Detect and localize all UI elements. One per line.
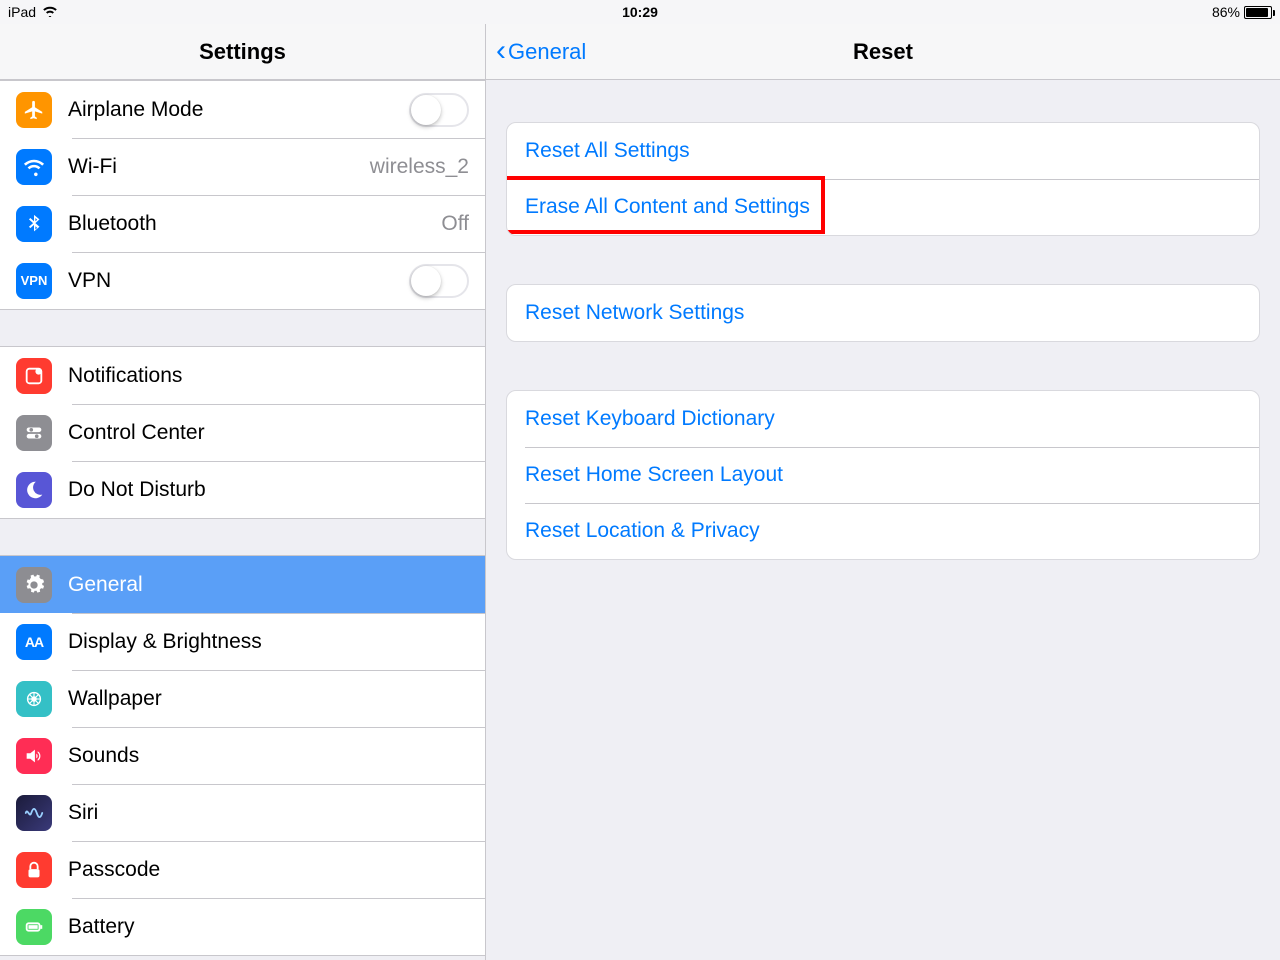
vpn-toggle[interactable] (409, 264, 469, 298)
sidebar-item-battery[interactable]: Battery (0, 898, 485, 955)
settings-group-alerts: Notifications Control Center Do Not Dist… (0, 346, 485, 519)
lock-icon (16, 852, 52, 888)
sidebar-item-dnd[interactable]: Do Not Disturb (0, 461, 485, 518)
sidebar-item-bluetooth[interactable]: Bluetooth Off (0, 195, 485, 252)
reset-group-1: Reset All Settings Erase All Content and… (506, 122, 1260, 236)
sidebar-item-label: Do Not Disturb (68, 478, 469, 502)
reset-keyboard-dictionary[interactable]: Reset Keyboard Dictionary (507, 391, 1259, 447)
reset-location-privacy[interactable]: Reset Location & Privacy (507, 503, 1259, 559)
speaker-icon (16, 738, 52, 774)
reset-group-2: Reset Network Settings (506, 284, 1260, 342)
battery-setting-icon (16, 909, 52, 945)
status-bar: iPad 10:29 86% (0, 0, 1280, 24)
detail-title: Reset (853, 39, 913, 65)
sidebar-item-label: Wallpaper (68, 687, 469, 711)
sidebar-item-display[interactable]: AA Display & Brightness (0, 613, 485, 670)
moon-icon (16, 472, 52, 508)
action-label: Reset Location & Privacy (525, 519, 760, 543)
gear-icon (16, 567, 52, 603)
reset-all-settings[interactable]: Reset All Settings (507, 123, 1259, 179)
sidebar-item-airplane[interactable]: Airplane Mode (0, 81, 485, 138)
device-name: iPad (8, 4, 36, 20)
battery-percent: 86% (1212, 4, 1240, 20)
siri-icon (16, 795, 52, 831)
vpn-icon: VPN (16, 263, 52, 299)
sidebar-item-control-center[interactable]: Control Center (0, 404, 485, 461)
action-label: Reset Home Screen Layout (525, 463, 783, 487)
bluetooth-icon (16, 206, 52, 242)
action-label: Reset All Settings (525, 139, 690, 163)
wifi-value: wireless_2 (370, 155, 469, 179)
sidebar-item-label: Passcode (68, 858, 469, 882)
notifications-icon (16, 358, 52, 394)
sidebar-item-label: Bluetooth (68, 212, 441, 236)
back-button[interactable]: ‹ General (496, 38, 586, 66)
sidebar-item-label: Airplane Mode (68, 98, 409, 122)
clock: 10:29 (622, 4, 658, 20)
sidebar-item-label: Battery (68, 915, 469, 939)
sidebar-item-label: VPN (68, 269, 409, 293)
sidebar-item-siri[interactable]: Siri (0, 784, 485, 841)
action-label: Reset Network Settings (525, 301, 744, 325)
airplane-icon (16, 92, 52, 128)
chevron-left-icon: ‹ (496, 36, 506, 66)
back-label: General (508, 39, 586, 65)
sidebar-item-sounds[interactable]: Sounds (0, 727, 485, 784)
settings-header: Settings (0, 24, 485, 80)
wifi-settings-icon (16, 149, 52, 185)
control-center-icon (16, 415, 52, 451)
reset-network-settings[interactable]: Reset Network Settings (507, 285, 1259, 341)
sidebar-item-label: Notifications (68, 364, 469, 388)
settings-master-pane: Settings Airplane Mode Wi-Fi wireless_2 … (0, 24, 486, 960)
sidebar-item-label: Sounds (68, 744, 469, 768)
wifi-icon (42, 5, 58, 20)
reset-group-3: Reset Keyboard Dictionary Reset Home Scr… (506, 390, 1260, 560)
detail-pane: ‹ General Reset Reset All Settings Erase… (486, 24, 1280, 960)
sidebar-item-wallpaper[interactable]: Wallpaper (0, 670, 485, 727)
sidebar-item-passcode[interactable]: Passcode (0, 841, 485, 898)
bluetooth-value: Off (441, 212, 469, 236)
sidebar-item-label: Siri (68, 801, 469, 825)
sidebar-item-label: Control Center (68, 421, 469, 445)
airplane-toggle[interactable] (409, 93, 469, 127)
wallpaper-icon (16, 681, 52, 717)
battery-icon (1244, 6, 1272, 19)
sidebar-item-label: General (68, 573, 469, 597)
reset-home-screen-layout[interactable]: Reset Home Screen Layout (507, 447, 1259, 503)
detail-header: ‹ General Reset (486, 24, 1280, 80)
action-label: Erase All Content and Settings (525, 195, 810, 219)
sidebar-item-vpn[interactable]: VPN VPN (0, 252, 485, 309)
action-label: Reset Keyboard Dictionary (525, 407, 775, 431)
text-size-icon: AA (16, 624, 52, 660)
sidebar-item-label: Wi-Fi (68, 155, 370, 179)
sidebar-item-notifications[interactable]: Notifications (0, 347, 485, 404)
sidebar-item-general[interactable]: General (0, 556, 485, 613)
sidebar-item-wifi[interactable]: Wi-Fi wireless_2 (0, 138, 485, 195)
settings-group-device: General AA Display & Brightness Wallpape… (0, 555, 485, 956)
settings-title: Settings (199, 39, 286, 65)
sidebar-item-label: Display & Brightness (68, 630, 469, 654)
settings-group-connectivity: Airplane Mode Wi-Fi wireless_2 Bluetooth… (0, 80, 485, 310)
erase-all-content[interactable]: Erase All Content and Settings (507, 179, 1259, 235)
